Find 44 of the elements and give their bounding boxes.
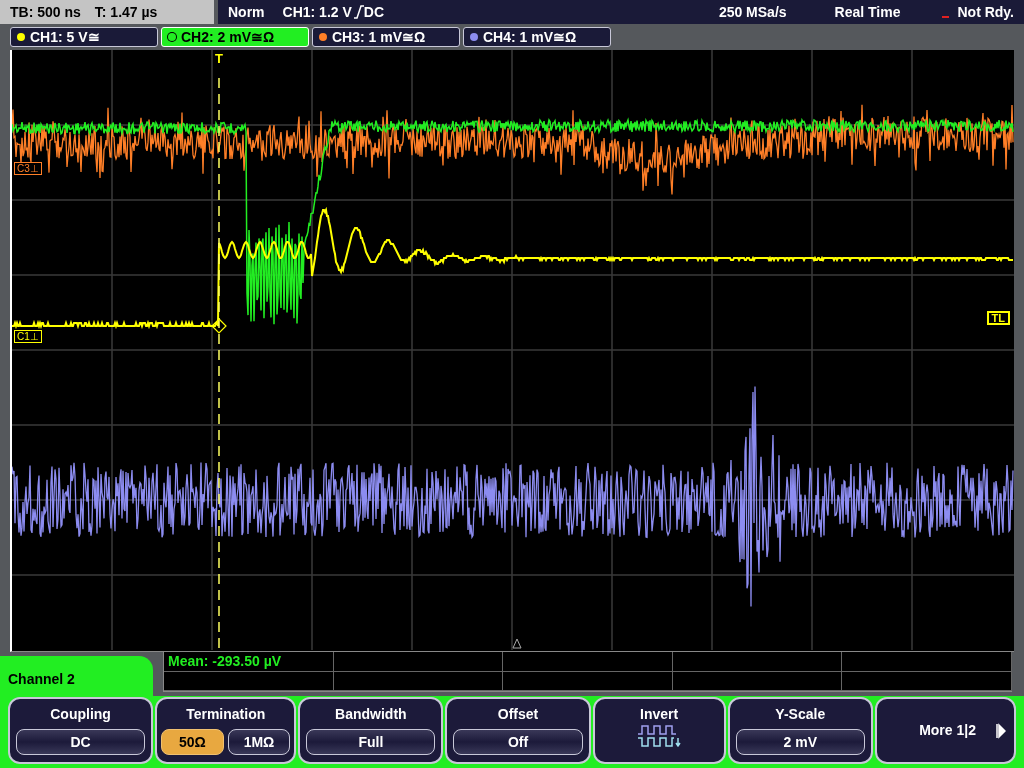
more-button[interactable]: More 1|2: [874, 697, 1016, 764]
button-label: Termination: [186, 707, 266, 721]
channel-tab[interactable]: CH1: 5 V≅: [10, 27, 158, 47]
trigger-coupling-text: DC: [363, 2, 385, 22]
sample-rate-text: 250 MSa/s: [718, 2, 787, 22]
channel-tab[interactable]: CH2: 2 mV≅Ω: [161, 27, 309, 47]
button-label: More 1|2: [919, 721, 976, 740]
value-button[interactable]: Off: [453, 729, 583, 755]
value-button[interactable]: 2 mV: [735, 729, 865, 755]
menu-button[interactable]: Y-Scale 2 mV: [727, 697, 873, 764]
value-button[interactable]: DC: [16, 729, 146, 755]
option-button[interactable]: 1MΩ: [227, 729, 291, 755]
channel-ground-marker: C1⊥: [14, 330, 42, 343]
trigger-level-text: CH1: 1.2 V: [282, 2, 352, 22]
trigger-point-icon: [211, 318, 227, 334]
acquisition-mode-text: Real Time: [834, 2, 901, 22]
value-button[interactable]: Full: [306, 729, 436, 755]
center-marker-icon: [512, 638, 522, 649]
channel-ground-marker: C3⊥: [14, 162, 42, 175]
button-label: Y-Scale: [775, 707, 826, 721]
invert-waveform-icon: [636, 724, 683, 748]
menu-button[interactable]: Bandwidth Full: [298, 697, 444, 764]
button-label: Invert: [640, 707, 679, 721]
arrow-right-icon: [996, 722, 1006, 739]
menu-button[interactable]: Offset Off: [445, 697, 591, 764]
rising-edge-icon: [353, 5, 364, 19]
trigger-marker: T: [214, 52, 224, 65]
trigger-level-marker: TL: [986, 311, 1010, 325]
status-indicator-icon: [942, 16, 950, 18]
measurement-text: Mean: -293.50 µV: [164, 652, 334, 672]
menu-button[interactable]: Invert: [592, 697, 726, 764]
button-label: Coupling: [50, 707, 111, 721]
channel-tab[interactable]: CH4: 1 mV≅Ω: [463, 27, 611, 47]
channel-tab[interactable]: CH3: 1 mV≅Ω: [312, 27, 460, 47]
timebase-text: TB: 500 ns: [10, 2, 81, 22]
trigger-time-text: T: 1.47 µs: [94, 2, 158, 22]
trigger-mode-text: Norm: [228, 2, 265, 22]
menu-title: Channel 2: [8, 670, 75, 689]
acquisition-state-text: Not Rdy.: [957, 2, 1014, 22]
menu-button[interactable]: Termination 50Ω 1MΩ: [155, 697, 297, 764]
option-button[interactable]: 50Ω: [161, 729, 224, 755]
button-label: Bandwidth: [335, 707, 407, 721]
button-label: Offset: [497, 707, 539, 721]
menu-button[interactable]: Coupling DC: [8, 697, 154, 764]
